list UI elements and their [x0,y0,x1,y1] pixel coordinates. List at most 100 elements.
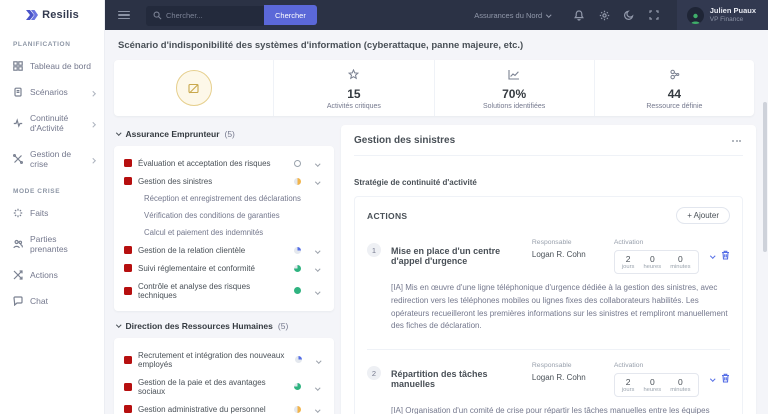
delete-action-icon[interactable] [721,247,730,265]
process-item[interactable]: Gestion de la relation clientèle [123,241,325,259]
hamburger-menu-icon[interactable] [118,9,130,22]
sidebar-item-label: Chat [30,296,48,306]
more-options-icon[interactable] [730,138,743,144]
chevron-down-icon[interactable] [315,286,324,295]
minutes-value[interactable]: 0 [670,254,690,264]
hours-value[interactable]: 0 [643,254,661,264]
org-selector[interactable]: Assurances du Nord [474,11,552,20]
days-value[interactable]: 2 [622,377,635,387]
scrollbar-thumb[interactable] [763,102,767,252]
action-title: Mise en place d'un centre d'appel d'urge… [391,246,501,266]
action-item-2: 2 Répartition des tâches manuelles Respo… [367,360,730,414]
progress-pie-icon [294,383,302,390]
responsable-label: Responsable [531,239,572,246]
user-name: Julien Puaux [709,6,756,16]
activity-icon [13,118,23,128]
scrollbar[interactable] [763,30,768,414]
chevron-down-icon[interactable] [315,405,324,414]
sidebar-item-label: Parties prenantes [30,234,68,254]
responsable-value[interactable]: Logan R. Cohn [532,373,614,382]
group-header-direction-rh[interactable]: Direction des Ressources Humaines (5) [116,321,334,331]
process-subitem[interactable]: Calcul et paiement des indemnités [123,224,325,241]
chevron-down-icon[interactable] [315,264,324,273]
process-item-label: Évaluation et acceptation des risques [138,158,271,168]
strategy-section-label: Stratégie de continuité d'activité [354,178,477,187]
add-action-button[interactable]: + Ajouter [676,207,730,224]
process-item[interactable]: Recrutement et intégration des nouveaux … [123,346,325,373]
process-item[interactable]: Gestion de la paie et des avantages soci… [123,373,325,400]
sidebar-item-parties-prenantes[interactable]: Parties prenantes [0,226,104,262]
tools-icon [13,154,23,164]
chevron-down-icon[interactable] [315,246,324,255]
collapse-action-icon[interactable] [709,253,715,259]
critical-red-square-icon [124,286,132,295]
progress-pie-icon [294,405,301,413]
sidebar-item-label: Scénarios [30,87,68,97]
sidebar-item-scenarios[interactable]: Scénarios [0,79,104,105]
progress-pie-icon [294,287,302,294]
process-item[interactable]: Évaluation et acceptation des risques [123,154,325,172]
sidebar: Resilis Planification Tableau de bord Sc… [0,0,104,414]
fullscreen-icon[interactable] [649,10,660,21]
action-number-badge: 2 [367,366,381,381]
sidebar-item-actions[interactable]: Actions [0,262,104,288]
chevron-down-icon [116,130,122,136]
responsable-value[interactable]: Logan R. Cohn [532,250,614,259]
search-button[interactable]: Chercher [264,5,317,25]
chevron-down-icon[interactable] [316,355,324,364]
minutes-unit: minutes [670,387,691,394]
avatar [686,6,704,24]
chevron-down-icon[interactable] [315,159,324,168]
sidebar-item-continuite-activite[interactable]: Continuité d'Activité [0,105,104,141]
chevron-down-icon [116,322,122,328]
process-item-label: Gestion de la relation clientèle [138,245,246,255]
days-value[interactable]: 2 [622,254,635,264]
chevron-down-icon[interactable] [315,382,324,391]
app-logo[interactable]: Resilis [0,0,104,30]
process-item[interactable]: Contrôle et analyse des risques techniqu… [123,277,325,304]
group-count: (5) [277,321,289,331]
progress-pie-icon [294,246,301,254]
stat-ressource-definie: 44 Ressource définie [595,60,754,116]
sidebar-item-faits[interactable]: Faits [0,200,104,226]
progress-pie-icon [294,177,301,185]
group-title: Direction des Ressources Humaines [125,321,273,331]
sidebar-item-chat[interactable]: Chat [0,288,104,314]
collapse-action-icon[interactable] [709,376,715,382]
stat-value: 70% [502,86,527,101]
chevron-right-icon [89,87,95,97]
sidebar-item-gestion-de-crise[interactable]: Gestion de crise [0,141,104,177]
search-icon [153,11,162,19]
hours-value[interactable]: 0 [643,377,661,387]
sidebar-item-tableau-de-bord[interactable]: Tableau de bord [0,53,104,79]
hours-unit: heures [643,264,662,270]
scenario-icon [13,87,23,97]
dark-mode-moon-icon[interactable] [624,10,635,21]
activation-label: Activation [613,362,644,370]
minutes-value[interactable]: 0 [670,377,690,387]
activation-duration-input[interactable]: 2 jours 0 heures 0 minutes [613,250,699,274]
group-header-assurance-emprunteur[interactable]: Assurance Emprunteur (5) [116,129,334,139]
process-item-selected[interactable]: Gestion des sinistres [123,172,325,190]
actions-card: ACTIONS + Ajouter 1 Mise en place d'un c… [354,196,743,414]
stat-value: 15 [347,86,361,101]
delete-action-icon[interactable] [721,370,730,388]
settings-gear-icon[interactable] [599,10,610,21]
user-menu[interactable]: Julien Puaux VP Finance [676,0,768,30]
chevron-down-icon[interactable] [315,177,324,186]
days-unit: jours [621,387,635,394]
sidebar-section-planification: Planification [13,41,71,48]
process-item[interactable]: Gestion administrative du personnel [123,400,325,414]
critical-red-square-icon [124,177,132,185]
process-item-label: Suivi réglementaire et conformité [138,263,255,273]
stat-label: Activités critiques [326,102,381,110]
progress-pie-icon [295,356,303,363]
process-item[interactable]: Suivi réglementaire et conformité [123,259,325,277]
search-input[interactable] [146,5,264,26]
process-subitem[interactable]: Réception et enregistrement des déclarat… [123,190,325,207]
critical-red-square-icon [124,382,132,391]
process-subitem[interactable]: Vérification des conditions de garanties [123,207,325,224]
process-item-label: Contrôle et analyse des risques techniqu… [138,281,251,300]
activation-duration-input[interactable]: 2 jours 0 heures 0 minutes [613,373,699,398]
notifications-bell-icon[interactable] [574,9,585,21]
